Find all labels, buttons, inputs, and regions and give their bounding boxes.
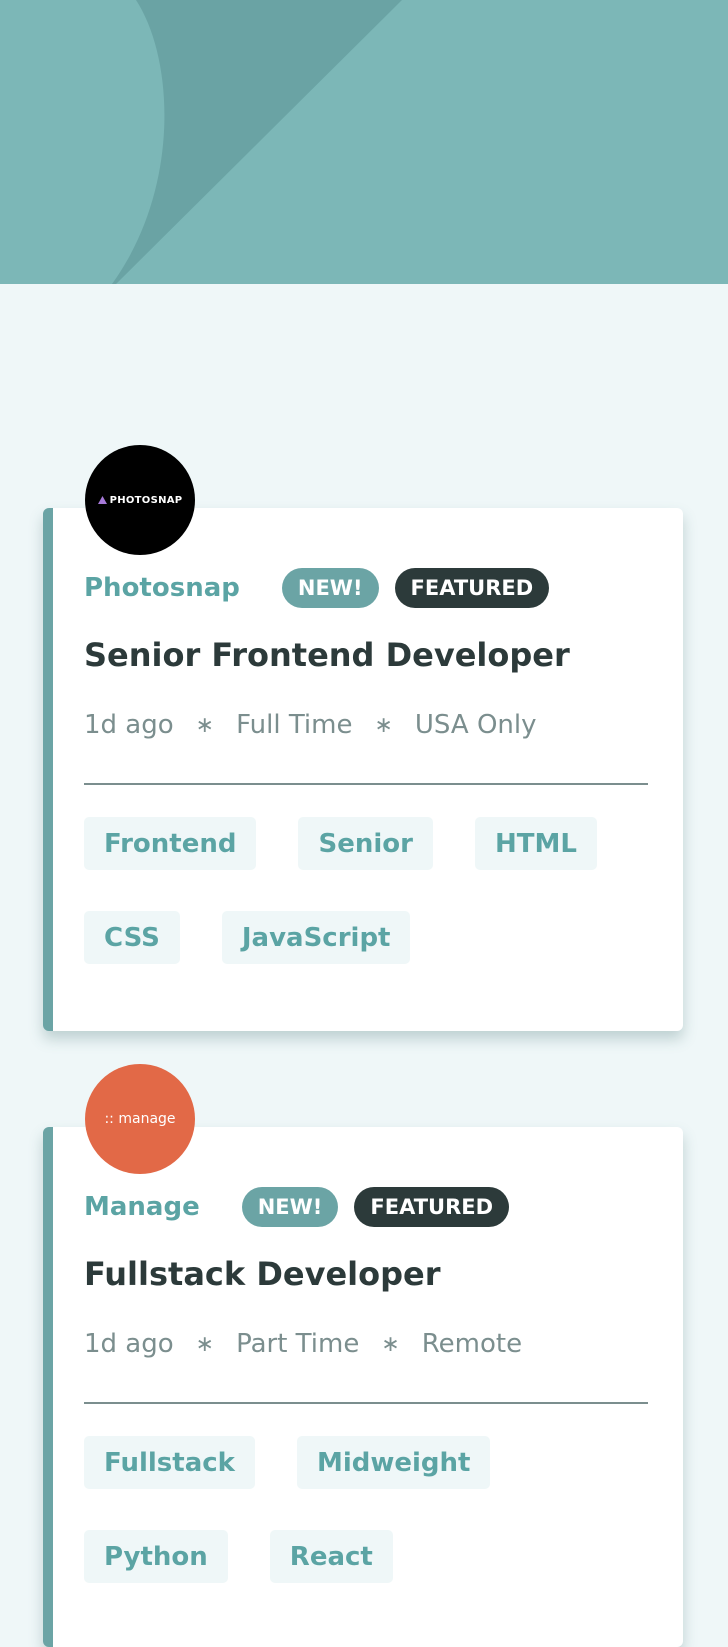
contract-type: Part Time <box>236 1329 360 1359</box>
job-card: Photosnap NEW! FEATURED Senior Frontend … <box>43 508 683 1031</box>
separator-icon: ∗ <box>374 712 393 738</box>
card-divider <box>84 1402 648 1404</box>
tag-list: Frontend Senior HTML CSS JavaScript <box>84 817 664 964</box>
job-meta: 1d ago ∗ Full Time ∗ USA Only <box>84 710 537 740</box>
tag-button[interactable]: Midweight <box>296 1436 491 1489</box>
triangle-icon <box>97 496 107 504</box>
separator-icon: ∗ <box>195 712 215 738</box>
job-location: Remote <box>421 1329 523 1359</box>
photosnap-logo-icon: PHOTOSNAP <box>97 494 183 506</box>
tag-button[interactable]: CSS <box>84 911 180 964</box>
new-badge: NEW! <box>281 568 379 608</box>
job-position[interactable]: Senior Frontend Developer <box>84 636 570 674</box>
company-name[interactable]: Manage <box>84 1192 200 1222</box>
featured-badge: FEATURED <box>394 568 550 608</box>
job-card: Manage NEW! FEATURED Fullstack Developer… <box>43 1127 683 1647</box>
separator-icon: ∗ <box>195 1331 215 1357</box>
new-badge: NEW! <box>241 1187 339 1227</box>
company-logo: PHOTOSNAP <box>85 445 195 555</box>
tag-button[interactable]: React <box>269 1530 393 1583</box>
logo-text: PHOTOSNAP <box>109 494 183 506</box>
separator-icon: ∗ <box>381 1331 400 1357</box>
tag-button[interactable]: Python <box>84 1530 228 1583</box>
job-header-row: Photosnap NEW! FEATURED <box>84 568 565 608</box>
featured-badge: FEATURED <box>354 1187 510 1227</box>
posted-at: 1d ago <box>84 710 174 740</box>
job-header-row: Manage NEW! FEATURED <box>84 1187 525 1227</box>
job-location: USA Only <box>414 710 537 740</box>
card-divider <box>84 783 648 785</box>
job-meta: 1d ago ∗ Part Time ∗ Remote <box>84 1329 522 1359</box>
contract-type: Full Time <box>236 710 353 740</box>
posted-at: 1d ago <box>84 1329 174 1359</box>
manage-logo-icon: :: manage <box>104 1111 176 1127</box>
job-position[interactable]: Fullstack Developer <box>84 1255 440 1293</box>
tag-button[interactable]: HTML <box>474 817 597 870</box>
header-pattern <box>0 0 402 284</box>
company-name[interactable]: Photosnap <box>84 573 240 603</box>
tag-button[interactable]: Frontend <box>84 817 257 870</box>
company-logo: :: manage <box>85 1064 195 1174</box>
tag-button[interactable]: JavaScript <box>221 911 411 964</box>
tag-button[interactable]: Fullstack <box>84 1436 255 1489</box>
tag-list: Fullstack Midweight Python React <box>84 1436 664 1583</box>
tag-button[interactable]: Senior <box>298 817 433 870</box>
header-banner <box>0 0 728 284</box>
